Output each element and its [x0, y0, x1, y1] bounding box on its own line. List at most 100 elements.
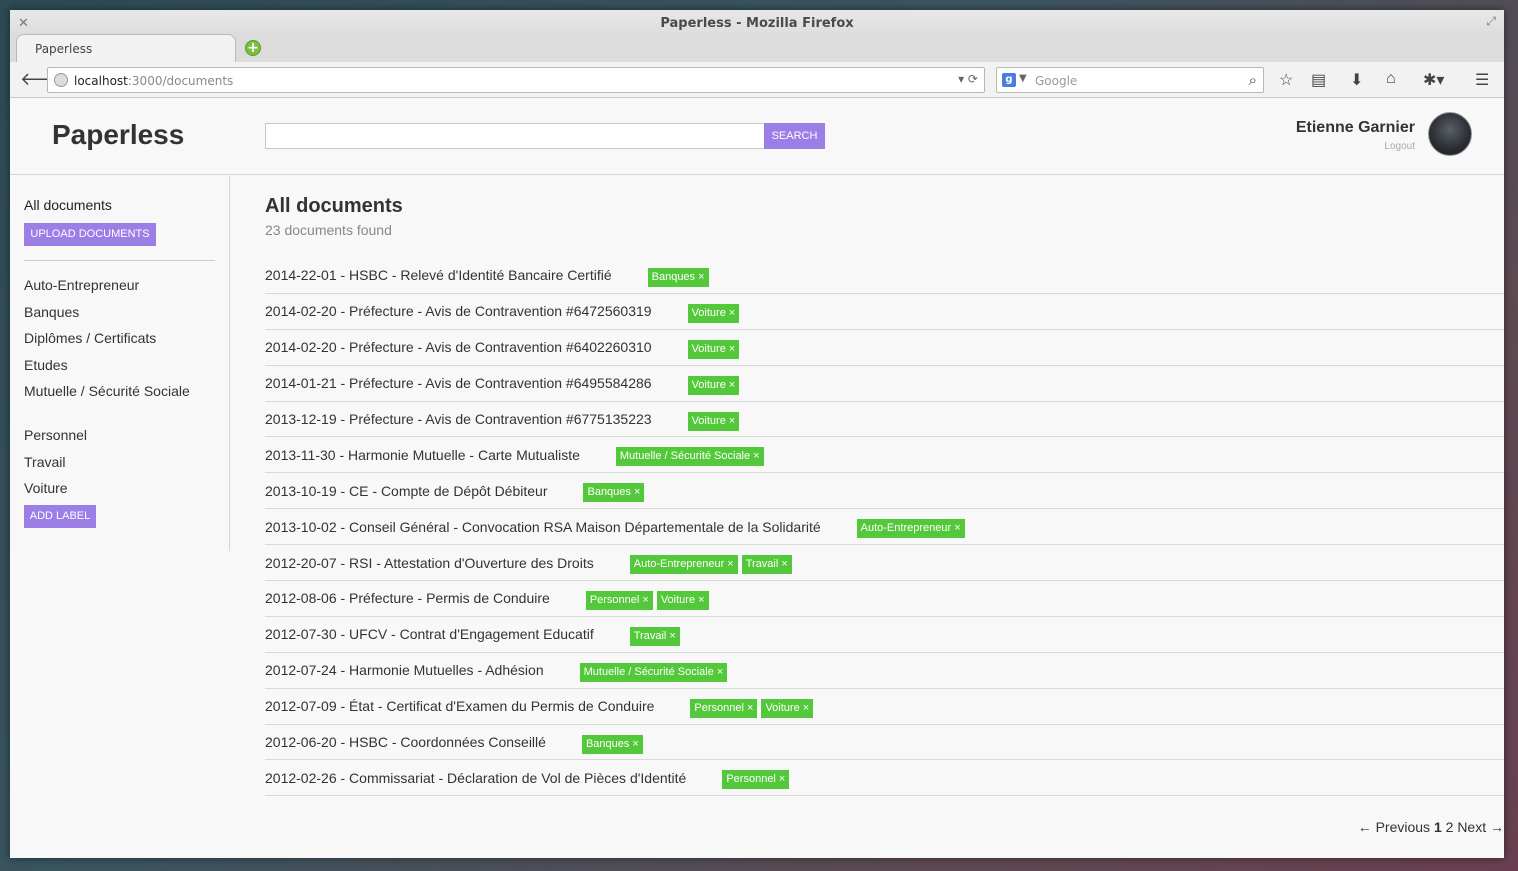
search-button[interactable]: SEARCH [764, 123, 825, 149]
label-tag[interactable]: Banques × [581, 734, 643, 754]
label-tag[interactable]: Voiture × [761, 698, 814, 718]
document-row: 2013-11-30 - Harmonie Mutuelle - Carte M… [265, 437, 1504, 474]
document-tags: Auto-Entrepreneur × Travail × [629, 555, 796, 575]
document-row: 2014-02-20 - Préfecture - Avis de Contra… [265, 294, 1504, 330]
page-2-link[interactable]: 2 [1446, 819, 1454, 835]
app-header: Paperless SEARCH Etienne Garnier Logout [10, 99, 1504, 175]
document-title-link[interactable]: 2013-10-02 - Conseil Général - Convocati… [265, 519, 821, 535]
user-info: Etienne Garnier Logout [1296, 119, 1415, 152]
web-search-input[interactable]: g ▼ Google ⌕ [996, 67, 1264, 93]
globe-icon [54, 73, 68, 87]
document-row: 2013-10-02 - Conseil Général - Convocati… [265, 509, 1504, 546]
document-row: 2013-10-19 - CE - Compte de Dépôt Débite… [265, 473, 1504, 510]
document-row: 2013-12-19 - Préfecture - Avis de Contra… [265, 402, 1504, 438]
document-tags: Mutuelle / Sécurité Sociale × [579, 662, 732, 682]
search-input[interactable] [265, 123, 765, 149]
label-tag[interactable]: Auto-Entrepreneur × [856, 519, 965, 539]
document-title-link[interactable]: 2014-02-20 - Préfecture - Avis de Contra… [265, 303, 652, 319]
label-tag[interactable]: Travail × [629, 626, 680, 646]
pagination: ← Previous 1 2 Next → [1358, 819, 1504, 835]
document-tags: Personnel × Voiture × [690, 698, 817, 718]
maximize-icon[interactable]: ⤢ [1486, 14, 1496, 29]
document-title-link[interactable]: 2012-07-30 - UFCV - Contrat d'Engagement… [265, 626, 594, 642]
label-tag[interactable]: Voiture × [687, 411, 740, 431]
label-tag[interactable]: Mutuelle / Sécurité Sociale × [579, 662, 728, 682]
document-row: 2012-20-07 - RSI - Attestation d'Ouvertu… [265, 545, 1504, 582]
upload-documents-button[interactable]: UPLOAD DOCUMENTS [24, 223, 156, 246]
sidebar-item-auto-entrepreneur[interactable]: Auto-Entrepreneur [24, 277, 139, 293]
sidebar-item-voiture[interactable]: Voiture [24, 480, 68, 496]
document-title-link[interactable]: 2014-02-20 - Préfecture - Avis de Contra… [265, 339, 652, 355]
document-title-link[interactable]: 2013-10-19 - CE - Compte de Dépôt Débite… [265, 483, 547, 499]
reload-icon[interactable]: ▾ ⟳ [958, 72, 978, 86]
label-tag[interactable]: Personnel × [585, 590, 653, 610]
document-title-link[interactable]: 2012-02-26 - Commissariat - Déclaration … [265, 770, 686, 786]
label-tag[interactable]: Banques × [583, 483, 645, 503]
document-row: 2014-01-21 - Préfecture - Avis de Contra… [265, 366, 1504, 402]
label-tag[interactable]: Voiture × [687, 339, 740, 359]
avatar[interactable] [1428, 112, 1472, 156]
url-path: :3000/documents [127, 74, 234, 88]
next-page-link[interactable]: Next → [1457, 819, 1504, 835]
label-tag[interactable]: Voiture × [687, 375, 740, 395]
label-tag[interactable]: Travail × [741, 555, 792, 575]
sidebar-item-travail[interactable]: Travail [24, 454, 66, 470]
document-tags: Voiture × [687, 303, 744, 323]
sidebar-item-mutuelle[interactable]: Mutuelle / Sécurité Sociale [24, 383, 190, 399]
user-name: Etienne Garnier [1295, 119, 1415, 136]
label-tag[interactable]: Personnel × [690, 698, 758, 718]
label-tag[interactable]: Auto-Entrepreneur × [629, 555, 738, 575]
sidebar-item-personnel[interactable]: Personnel [24, 427, 87, 443]
document-title-link[interactable]: 2012-20-07 - RSI - Attestation d'Ouvertu… [265, 555, 594, 571]
document-title-link[interactable]: 2014-01-21 - Préfecture - Avis de Contra… [265, 375, 652, 391]
app-logo[interactable]: Paperless [52, 119, 184, 151]
document-row: 2014-02-20 - Préfecture - Avis de Contra… [265, 330, 1504, 366]
document-tags: Voiture × [687, 375, 744, 395]
menu-icon[interactable]: ☰ [1475, 70, 1489, 90]
document-title-link[interactable]: 2012-07-24 - Harmonie Mutuelles - Adhési… [265, 662, 544, 678]
reading-list-icon[interactable]: ▤ [1311, 70, 1326, 90]
document-title-link[interactable]: 2012-06-20 - HSBC - Coordonnées Conseill… [265, 734, 546, 750]
chevron-down-icon[interactable]: ▼ [1019, 73, 1027, 84]
documents-count: 23 documents found [265, 222, 392, 238]
label-tag[interactable]: Voiture × [687, 303, 740, 323]
document-title-link[interactable]: 2014-22-01 - HSBC - Relevé d'Identité Ba… [265, 267, 612, 283]
document-title-link[interactable]: 2012-07-09 - État - Certificat d'Examen … [265, 698, 654, 714]
sidebar-item-etudes[interactable]: Etudes [24, 357, 68, 373]
google-icon: g [1002, 73, 1016, 87]
bookmark-star-icon[interactable]: ☆ [1279, 70, 1293, 90]
previous-page-link[interactable]: ← Previous [1358, 819, 1430, 835]
document-tags: Voiture × [687, 339, 744, 359]
tab-bar: Paperless + [10, 32, 1504, 62]
document-row: 2012-07-24 - Harmonie Mutuelles - Adhési… [265, 653, 1504, 689]
page-1-link: 1 [1433, 819, 1442, 835]
document-tags: Banques × [581, 734, 647, 754]
search-icon[interactable]: ⌕ [1249, 71, 1257, 89]
document-row: 2012-06-20 - HSBC - Coordonnées Conseill… [265, 725, 1504, 761]
document-row: 2012-08-06 - Préfecture - Permis de Cond… [265, 581, 1504, 617]
new-tab-icon[interactable]: + [245, 40, 261, 56]
download-icon[interactable]: ⬇ [1350, 70, 1363, 90]
label-tag[interactable]: Personnel × [722, 770, 790, 790]
sidebar: All documents UPLOAD DOCUMENTS Auto-Entr… [10, 176, 230, 551]
label-tag[interactable]: Banques × [647, 267, 709, 287]
addon-icon[interactable]: ✱▾ [1423, 70, 1444, 90]
label-tag[interactable]: Voiture × [656, 590, 709, 610]
sidebar-item-banques[interactable]: Banques [24, 304, 79, 320]
document-title-link[interactable]: 2012-08-06 - Préfecture - Permis de Cond… [265, 590, 550, 606]
main-content: All documents 23 documents found 2014-22… [265, 176, 1504, 858]
sidebar-all-documents[interactable]: All documents [24, 197, 112, 213]
home-icon[interactable]: ⌂ [1386, 70, 1396, 88]
document-tags: Banques × [583, 483, 648, 503]
label-tag[interactable]: Mutuelle / Sécurité Sociale × [615, 447, 764, 467]
tab-paperless[interactable]: Paperless [16, 34, 236, 62]
logout-link[interactable]: Logout [1296, 141, 1415, 152]
sidebar-item-diplomes[interactable]: Diplômes / Certificats [24, 330, 156, 346]
url-bar[interactable]: localhost:3000/documents ▾ ⟳ [47, 67, 985, 93]
document-row: 2014-22-01 - HSBC - Relevé d'Identité Ba… [265, 258, 1504, 294]
document-title-link[interactable]: 2013-12-19 - Préfecture - Avis de Contra… [265, 411, 652, 427]
document-tags: Banques × [647, 267, 713, 287]
close-window-icon[interactable]: ✕ [18, 15, 29, 31]
document-title-link[interactable]: 2013-11-30 - Harmonie Mutuelle - Carte M… [265, 447, 580, 463]
add-label-button[interactable]: ADD LABEL [24, 505, 96, 528]
